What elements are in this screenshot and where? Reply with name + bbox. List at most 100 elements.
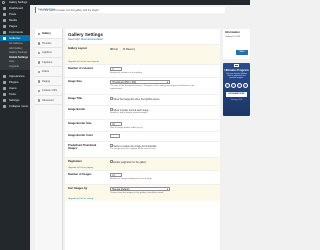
setting-label: Image Title — [68, 97, 82, 100]
upgrade-button[interactable]: UPGRADE NOW — [226, 92, 247, 97]
menu-icon — [3, 104, 6, 108]
documentation-link[interactable]: Read documentation — [81, 38, 103, 41]
setting-field: Show a border around each image Enable to… — [110, 108, 210, 116]
select-dropdown[interactable]: Thumbnail (150 x 150) — [110, 79, 170, 84]
menu-item[interactable]: Galleries — [0, 35, 30, 41]
wordpress-logo-icon[interactable] — [2, 0, 6, 5]
menu-label: Media — [9, 18, 17, 22]
tab-item[interactable]: Captions — [35, 58, 62, 67]
layout-option[interactable]: Masonry — [122, 48, 135, 51]
menu-label: Pages — [9, 24, 18, 28]
menu-item[interactable]: Collapse menu — [0, 103, 30, 109]
setting-row: Predefined Thumbnail Images Select a cust… — [65, 141, 220, 157]
tab-label: Paging — [42, 79, 51, 83]
tab-item[interactable]: Lightbox — [35, 48, 62, 58]
setting-row: Image Size Thumbnail (150 x 150)The size … — [65, 77, 220, 94]
tab-icon — [37, 80, 41, 83]
tab-item[interactable]: Advanced — [35, 96, 62, 105]
tab-label: Gallery — [42, 32, 51, 35]
menu-icon — [3, 80, 6, 84]
setting-row: Image Title Show the image title when the… — [65, 94, 220, 105]
save-button[interactable]: Save Changes — [236, 50, 248, 58]
setting-description: The size of the thumbnail images. Change… — [110, 84, 195, 90]
menu-icon — [3, 98, 6, 102]
setting-label: Pagination — [68, 160, 82, 163]
pro-upgrade-link[interactable]: Upgrade to Pro for more layouts — [68, 61, 99, 63]
number-input[interactable]: 3 — [110, 66, 122, 71]
menu-icon — [3, 36, 6, 40]
setting-row: Gallery Layout Grid Masonry Upgrade to Pro … — [65, 44, 220, 64]
menu-icon — [3, 12, 6, 16]
tab-label: Advanced — [42, 98, 54, 102]
tab-label: Filters — [42, 70, 50, 73]
submenu: All Galleries Add Gallery Gallery Settings… — [0, 41, 30, 70]
tab-item[interactable]: Gallery — [35, 29, 62, 39]
tab-icon — [37, 51, 41, 55]
pro-upgrade-link[interactable]: Upgrade to Pro for sorting — [68, 198, 93, 200]
menu-label: Comments — [9, 30, 23, 34]
tab-icon — [37, 42, 41, 45]
notice-text: You are ready to create your first galle… — [40, 9, 99, 13]
tab-item[interactable]: Thumbs — [35, 39, 62, 48]
number-input[interactable]: 12 — [110, 172, 122, 177]
setting-description: Number of columns in the gallery — [110, 71, 142, 74]
setting-row: Sort Images by Manual (default)Choose how… — [65, 184, 220, 201]
setting-field: Thumbnail (150 x 150)The size of the thu… — [110, 79, 210, 91]
layout-option[interactable]: Grid — [110, 48, 118, 51]
feature-icons — [225, 83, 248, 88]
info-box: Information Gallery ID 1234 Save Changes — [223, 29, 250, 59]
tab-label: Custom CSS — [42, 89, 57, 92]
admin-menu: Dashboard Posts Media Pages Comments Gallerie… — [0, 5, 30, 250]
checkbox-label: Enable pagination for the gallery — [113, 161, 147, 164]
option-label: Grid — [113, 47, 118, 51]
color-picker[interactable] — [110, 133, 120, 138]
main-content: You are ready to create your first galle… — [30, 5, 250, 250]
setting-label: Gallery Layout — [68, 47, 87, 50]
menu-icon — [3, 86, 6, 90]
tab-item[interactable]: Custom CSS — [35, 86, 62, 96]
tab-icon — [37, 32, 41, 36]
upgrade-description: Get more layouts, lightbox effects, pagi… — [226, 72, 247, 80]
menu-label: Tools — [9, 92, 16, 96]
menu-label: Plugins — [9, 80, 19, 84]
settings-tabs: Gallery Thumbs Lightbox Captions Filters Pagi… — [35, 29, 63, 250]
setting-field: Grid Masonry — [110, 47, 210, 51]
menu-label: Posts — [9, 12, 17, 16]
tab-label: Captions — [42, 60, 53, 64]
page-title: Gallery Settings — [68, 32, 103, 37]
setting-row: Number of columns 3 Number of columns in t… — [65, 64, 220, 77]
menu-icon — [3, 6, 6, 10]
tab-icon — [37, 89, 41, 93]
help-label: Need help? — [68, 38, 81, 41]
setting-label: Image Border Size — [68, 122, 92, 125]
site-name[interactable]: Gallery Settings — [9, 1, 27, 4]
setting-field: 3 Number of columns in the gallery — [110, 66, 210, 75]
setting-description: Size of image border width (in px) — [110, 126, 143, 129]
upgrade-box: Ultimate Program Get more layouts, light… — [223, 63, 250, 116]
menu-icon — [3, 74, 6, 78]
info-text: Gallery ID 1234 — [225, 36, 241, 38]
setting-field: 12 Number of images displayed on each pag… — [110, 172, 210, 181]
info-title: Information — [225, 30, 240, 34]
pro-upgrade-link[interactable]: Upgrade to Pro for paging — [68, 167, 93, 169]
setting-description: Choose how the images in the gallery sho… — [110, 191, 164, 194]
support-icon — [243, 83, 248, 88]
number-input[interactable]: 10 — [110, 121, 122, 126]
tab-item[interactable]: Filters — [35, 67, 62, 77]
lightbox-icon — [231, 83, 236, 88]
setting-label: Sort Images by — [68, 187, 88, 190]
tab-icon — [37, 70, 41, 74]
tab-label: Lightbox — [42, 51, 52, 54]
select-dropdown[interactable]: Manual (default) — [110, 186, 170, 191]
setting-field: 10 Size of image border width (in px) — [110, 121, 210, 130]
setting-field: Show the image title when the lightbox o… — [110, 97, 210, 101]
menu-icon — [3, 24, 6, 28]
setting-row: Number of Images 12 Number of images displ… — [65, 170, 220, 184]
checkbox-label: Show the image title when the lightbox o… — [113, 98, 160, 101]
setting-row: Image Border Show a border around each im… — [65, 105, 220, 119]
tab-item[interactable]: Paging — [35, 77, 62, 86]
submenu-item[interactable]: Upgrade — [0, 65, 30, 70]
menu-label: Appearance — [9, 74, 25, 78]
layout-icon — [225, 83, 230, 88]
menu-icon — [3, 30, 6, 34]
